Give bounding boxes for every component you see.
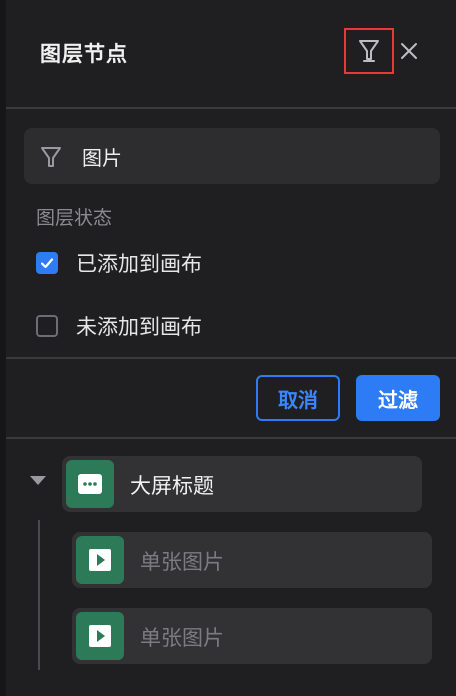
actions-divider — [6, 437, 456, 439]
layer-node-panel: 图层节点 图片 图层状态 已添加到画布 未添加到画布 取消 过滤 大屏标题 单张… — [0, 0, 456, 696]
filter-funnel-icon — [41, 147, 61, 167]
option-not-added-to-canvas[interactable]: 未添加到画布 — [36, 311, 202, 341]
close-icon — [401, 43, 417, 59]
filter-search-field[interactable]: 图片 — [24, 128, 440, 184]
image-play-icon — [76, 536, 124, 584]
image-play-icon — [76, 612, 124, 660]
checkbox-checked[interactable] — [36, 252, 58, 274]
option-added-to-canvas[interactable]: 已添加到画布 — [36, 248, 202, 278]
tree-node-label: 单张图片 — [140, 550, 224, 574]
tree-node-child[interactable]: 单张图片 — [72, 532, 432, 588]
tree-node-label: 大屏标题 — [130, 474, 214, 498]
panel-header: 图层节点 — [6, 0, 456, 108]
filter-toggle-button[interactable] — [344, 28, 394, 74]
filter-funnel-icon — [359, 40, 379, 62]
layer-status-label: 图层状态 — [36, 207, 113, 229]
header-divider — [6, 107, 456, 109]
checkmark-icon — [40, 258, 54, 269]
checkbox-unchecked[interactable] — [36, 315, 58, 337]
options-divider — [6, 357, 456, 359]
text-component-icon — [66, 460, 114, 508]
close-button[interactable] — [396, 38, 422, 64]
option-label: 已添加到画布 — [76, 252, 202, 276]
cancel-button[interactable]: 取消 — [256, 375, 340, 421]
expand-caret-icon[interactable] — [30, 476, 46, 485]
tree-node-child[interactable]: 单张图片 — [72, 608, 432, 664]
tree-node-label: 单张图片 — [140, 626, 224, 650]
filter-search-value: 图片 — [82, 146, 122, 170]
tree-node-parent[interactable]: 大屏标题 — [62, 456, 422, 512]
panel-title: 图层节点 — [40, 42, 128, 66]
tree-guide-line — [38, 520, 40, 670]
apply-filter-button[interactable]: 过滤 — [356, 375, 440, 421]
option-label: 未添加到画布 — [76, 315, 202, 339]
